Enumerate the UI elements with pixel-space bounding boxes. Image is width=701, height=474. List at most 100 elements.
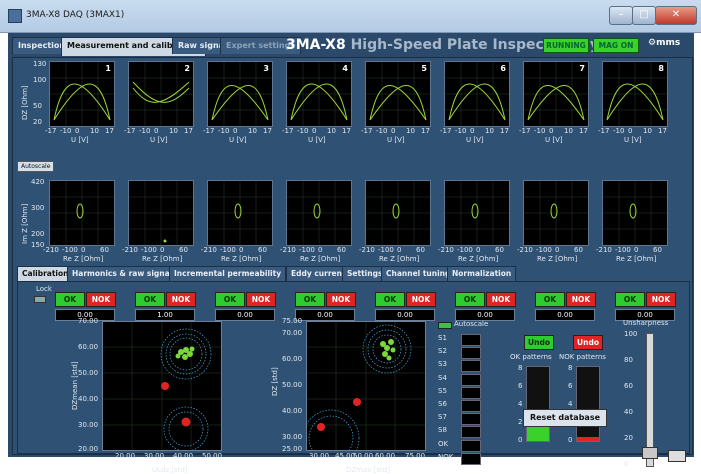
application-window: 3MA-X8 DAQ (3MAX1) – □ ✕ Inspection Meas… xyxy=(0,0,701,474)
upper-xtick: 0 xyxy=(549,127,554,135)
channel-1-nok-button[interactable]: NOK xyxy=(86,292,116,307)
maximize-button[interactable]: □ xyxy=(632,6,656,25)
lower-plot-1[interactable] xyxy=(49,180,115,246)
unsharpness-slider-thumb[interactable] xyxy=(642,446,658,459)
lower-xtick: -100 xyxy=(62,246,78,254)
upper-xtick: 17 xyxy=(342,127,351,135)
upper-ytick: 130 xyxy=(33,60,47,68)
upper-xtick: 0 xyxy=(470,127,475,135)
lower-plot-canvas xyxy=(603,181,667,245)
lock-toggle[interactable] xyxy=(34,296,46,303)
autoscale-label: Autoscale xyxy=(454,320,489,328)
upper-xtick: -10 xyxy=(60,127,72,135)
lower-xtick: 0 xyxy=(476,246,481,254)
undo-ok-button[interactable]: Undo xyxy=(524,335,554,350)
upper-ytick: 20 xyxy=(33,118,42,126)
upper-ytick: 100 xyxy=(33,76,47,84)
tab-incremental-permeability[interactable]: Incremental permeability xyxy=(169,266,287,282)
channel-5-value: 0.00 xyxy=(375,309,435,321)
tab-harmonics[interactable]: Harmonics & raw signals xyxy=(67,266,182,282)
channel-4-ok-button[interactable]: OK xyxy=(295,292,325,307)
lower-plot-8[interactable] xyxy=(602,180,668,246)
upper-xtick: -17 xyxy=(124,127,136,135)
tick-label: 30.00 xyxy=(282,433,303,441)
channel-number: 6 xyxy=(500,64,506,73)
upper-plot-2[interactable]: 2 xyxy=(128,61,194,127)
lower-xtick: -100 xyxy=(536,246,552,254)
upper-plot-3[interactable]: 3 xyxy=(207,61,273,127)
channel-7-nok-button[interactable]: NOK xyxy=(566,292,596,307)
bar-tick: 0 xyxy=(518,436,523,444)
lower-xtick: -210 xyxy=(201,246,217,254)
channel-6-nok-button[interactable]: NOK xyxy=(486,292,516,307)
lower-plot-7[interactable] xyxy=(523,180,589,246)
channel-5-nok-button[interactable]: NOK xyxy=(406,292,436,307)
channel-2-nok-button[interactable]: NOK xyxy=(166,292,196,307)
upper-plot-6[interactable]: 6 xyxy=(444,61,510,127)
channel-4-nok-button[interactable]: NOK xyxy=(326,292,356,307)
close-button[interactable]: ✕ xyxy=(655,6,697,25)
bar-tick: 4 xyxy=(568,400,573,408)
lower-plot-5[interactable] xyxy=(365,180,431,246)
lower-xtick: 0 xyxy=(160,246,165,254)
lower-plot-2[interactable] xyxy=(128,180,194,246)
upper-plot-canvas xyxy=(129,62,193,126)
minimize-button[interactable]: – xyxy=(609,6,633,25)
title-bar: 3MA-X8 DAQ (3MAX1) – □ ✕ xyxy=(0,0,701,33)
upper-xlabel: U [V] xyxy=(71,136,89,144)
upper-xlabel: U [V] xyxy=(624,136,642,144)
tab-normalization[interactable]: Normalization xyxy=(447,266,517,282)
tick-label: 60.00 xyxy=(78,343,99,351)
reset-database-button[interactable]: Reset database xyxy=(523,409,607,427)
channel-6-ok-button[interactable]: OK xyxy=(455,292,485,307)
upper-plot-4[interactable]: 4 xyxy=(286,61,352,127)
lower-xtick: -100 xyxy=(615,246,631,254)
calibration-plot-2[interactable] xyxy=(302,321,426,467)
tick-label: 70.00 xyxy=(78,317,99,325)
legend-swatch xyxy=(461,334,481,346)
upper-xtick: 0 xyxy=(154,127,159,135)
upper-xtick: 17 xyxy=(658,127,667,135)
channel-2-ok-button[interactable]: OK xyxy=(135,292,165,307)
undo-nok-button[interactable]: Undo xyxy=(573,335,603,350)
plot1-xlabel: Ucdz [std] xyxy=(152,466,188,474)
upper-plot-7[interactable]: 7 xyxy=(523,61,589,127)
upper-xtick: -10 xyxy=(455,127,467,135)
lower-xlabel: Re Z [Ohm] xyxy=(458,255,499,263)
channel-8-ok-button[interactable]: OK xyxy=(615,292,645,307)
mag-on-indicator: MAG ON xyxy=(593,38,639,53)
channel-3-nok-button[interactable]: NOK xyxy=(246,292,276,307)
autoscale-button[interactable]: Autoscale xyxy=(17,161,55,172)
keyboard-icon[interactable] xyxy=(668,450,686,462)
lower-xtick: 60 xyxy=(179,246,188,254)
lower-plot-6[interactable] xyxy=(444,180,510,246)
lower-plot-4[interactable] xyxy=(286,180,352,246)
channel-1-ok-button[interactable]: OK xyxy=(55,292,85,307)
autoscale-toggle[interactable] xyxy=(438,322,452,329)
lower-ytick: 150 xyxy=(31,241,45,249)
calibration-plot-1[interactable] xyxy=(102,321,222,452)
lower-plot-3[interactable] xyxy=(207,180,273,246)
upper-plot-8[interactable]: 8 xyxy=(602,61,668,127)
upper-xtick: -10 xyxy=(534,127,546,135)
channel-8-nok-button[interactable]: NOK xyxy=(646,292,676,307)
upper-plot-1[interactable]: 1 xyxy=(49,61,115,127)
channel-3-ok-button[interactable]: OK xyxy=(215,292,245,307)
legend-label: S3 xyxy=(438,360,447,369)
tick-label: 20.00 xyxy=(78,445,99,453)
upper-xtick: 0 xyxy=(391,127,396,135)
upper-plot-5[interactable]: 5 xyxy=(365,61,431,127)
lower-xtick: 60 xyxy=(258,246,267,254)
upper-xtick: 17 xyxy=(263,127,272,135)
unsharpness-tick: 100 xyxy=(624,330,638,338)
unsharpness-tick: 80 xyxy=(624,356,633,364)
channel-7-ok-button[interactable]: OK xyxy=(535,292,565,307)
channel-number: 8 xyxy=(658,64,664,73)
tab-eddy-current[interactable]: Eddy current xyxy=(286,266,351,282)
tick-label: 60.00 xyxy=(282,355,303,363)
nok-patterns-bar xyxy=(576,366,600,442)
channel-5-ok-button[interactable]: OK xyxy=(375,292,405,307)
lower-ylabel: Im Z [Ohm] xyxy=(21,203,29,244)
bar-tick: 2 xyxy=(518,418,523,426)
tab-channel-tuning[interactable]: Channel tuning xyxy=(381,266,456,282)
